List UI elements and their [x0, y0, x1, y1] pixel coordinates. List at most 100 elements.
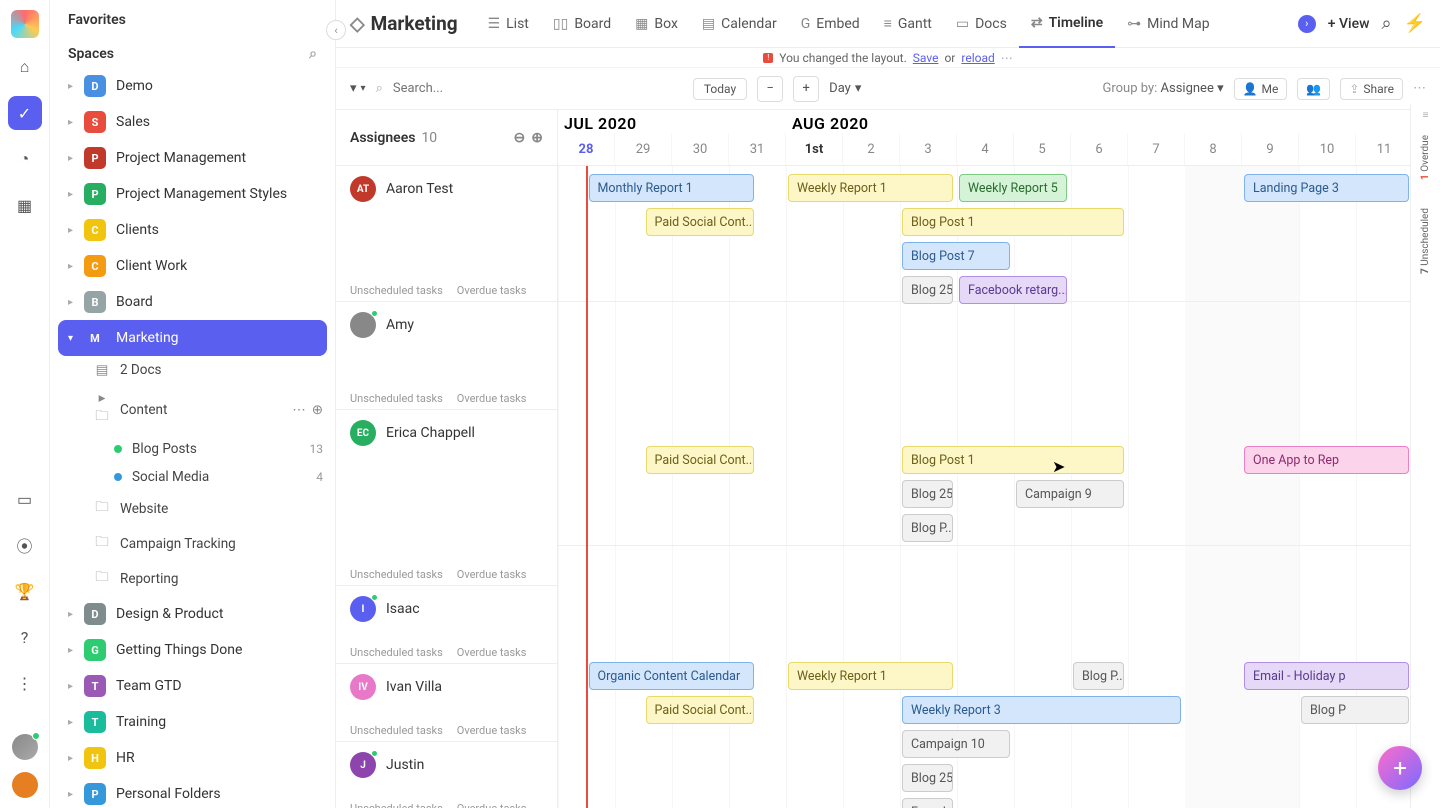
overdue-link[interactable]: Overdue tasks	[457, 392, 527, 405]
zoom-in-button[interactable]: +	[793, 76, 819, 102]
timeline-grid[interactable]: JUL 2020 AUG 2020 282930311st23456789101…	[558, 110, 1440, 808]
day-cell[interactable]: 4	[957, 133, 1014, 165]
day-cell[interactable]: 5	[1014, 133, 1071, 165]
day-cell[interactable]: 31	[729, 133, 786, 165]
tab-box[interactable]: ▦Box	[623, 0, 690, 48]
collapse-sidebar-button[interactable]: ‹	[326, 20, 346, 40]
search-input[interactable]	[393, 81, 533, 96]
automation-icon[interactable]: ⚡	[1404, 13, 1426, 34]
share-button[interactable]: ⇪Share	[1340, 78, 1403, 100]
task-bar[interactable]: Blog 25	[902, 480, 953, 508]
overdue-link[interactable]: Overdue tasks	[457, 568, 527, 581]
zoom-select[interactable]: Day ▾	[829, 81, 861, 96]
task-bar[interactable]: Weekly Report 1	[788, 662, 953, 690]
collapse-up-icon[interactable]: ⊖	[514, 130, 526, 146]
tasks-icon[interactable]: ✓	[8, 96, 42, 130]
sidebar-list-social-media[interactable]: Social Media4	[50, 463, 335, 491]
zoom-out-button[interactable]: −	[757, 76, 783, 102]
search-spaces-icon[interactable]: ⌕	[309, 46, 317, 62]
day-cell[interactable]: 30	[672, 133, 729, 165]
task-bar[interactable]: Blog P...	[902, 514, 953, 542]
tab-board[interactable]: ▯▯Board	[541, 0, 623, 48]
overdue-panel-toggle[interactable]: 1 Overdue	[1420, 121, 1431, 194]
task-bar[interactable]: Blog P...	[1073, 662, 1124, 690]
sidebar-space-team-gtd[interactable]: ▸TTeam GTD	[50, 668, 335, 704]
overdue-link[interactable]: Overdue tasks	[457, 724, 527, 737]
banner-save-link[interactable]: Save	[913, 51, 939, 65]
overdue-link[interactable]: Overdue tasks	[457, 284, 527, 297]
task-bar[interactable]: Facebook retarg...	[959, 276, 1067, 304]
view-settings-icon[interactable]: ⋯	[1413, 81, 1426, 96]
task-bar[interactable]: Blog Post 1	[902, 208, 1124, 236]
sidebar-space-getting-things-done[interactable]: ▸GGetting Things Done	[50, 632, 335, 668]
unscheduled-link[interactable]: Unscheduled tasks	[350, 646, 443, 659]
sidebar-space-training[interactable]: ▸TTraining	[50, 704, 335, 740]
sidebar-space-project-management[interactable]: ▸PProject Management	[50, 140, 335, 176]
sidebar-folder-reporting[interactable]: 🗀Reporting	[50, 561, 335, 596]
unscheduled-link[interactable]: Unscheduled tasks	[350, 392, 443, 405]
task-bar[interactable]: Found...	[902, 798, 953, 808]
sidebar-docs[interactable]: ▤2 Docs	[50, 356, 335, 384]
task-bar[interactable]: Landing Page 3	[1244, 174, 1409, 202]
user-avatar-2[interactable]	[12, 772, 38, 798]
task-bar[interactable]: Paid Social Cont...	[646, 208, 754, 236]
assignee-avatar[interactable]	[350, 312, 376, 338]
task-bar[interactable]: Blog 25	[902, 276, 953, 304]
tab-timeline[interactable]: ⇄Timeline	[1019, 0, 1115, 48]
dashboards-icon[interactable]: ▦	[8, 188, 42, 222]
task-bar[interactable]: Email - Holiday p	[1244, 662, 1409, 690]
task-bar[interactable]: Weekly Report 5	[959, 174, 1067, 202]
banner-reload-link[interactable]: reload	[961, 51, 994, 65]
sidebar-space-sales[interactable]: ▸SSales	[50, 104, 335, 140]
assignee-filter-button[interactable]: 👥	[1297, 78, 1330, 100]
tab-embed[interactable]: GEmbed	[789, 0, 872, 48]
search-icon[interactable]: ⌕	[1381, 13, 1391, 34]
app-logo[interactable]	[11, 10, 39, 38]
day-cell[interactable]: 29	[615, 133, 672, 165]
unscheduled-link[interactable]: Unscheduled tasks	[350, 568, 443, 581]
sidebar-list-blog-posts[interactable]: Blog Posts13	[50, 435, 335, 463]
task-bar[interactable]: Blog Post 7	[902, 242, 1010, 270]
folder-add-icon[interactable]: ⊕	[312, 402, 323, 418]
sidebar-space-design-&-product[interactable]: ▸DDesign & Product	[50, 596, 335, 632]
day-cell[interactable]: 3	[900, 133, 957, 165]
day-cell[interactable]: 8	[1185, 133, 1242, 165]
timeline-row[interactable]: Organic Content CalendarWeekly Report 1B…	[558, 654, 1440, 808]
task-bar[interactable]: One App to Rep	[1244, 446, 1409, 474]
day-cell[interactable]: 28	[558, 133, 615, 165]
help-icon[interactable]: ?	[8, 620, 42, 654]
tab-list[interactable]: ☰List	[476, 0, 541, 48]
pulse-icon[interactable]: ⦿	[8, 528, 42, 562]
today-button[interactable]: Today	[693, 78, 747, 100]
day-cell[interactable]: 2	[843, 133, 900, 165]
banner-more-icon[interactable]: ⋯	[1001, 51, 1013, 65]
timeline-row[interactable]: Paid Social Cont... Blog Post 1 One App to…	[558, 438, 1440, 546]
home-icon[interactable]: ⌂	[8, 50, 42, 84]
day-cell[interactable]: 7	[1128, 133, 1185, 165]
tab-docs[interactable]: ▭Docs	[944, 0, 1019, 48]
sidebar-space-personal-folders[interactable]: ▸PPersonal Folders	[50, 776, 335, 808]
overdue-link[interactable]: Overdue tasks	[457, 802, 527, 808]
sidebar-folder-website[interactable]: 🗀Website	[50, 491, 335, 526]
groupby-select[interactable]: Group by: Assignee ▾	[1103, 81, 1224, 96]
day-cell[interactable]: 1st	[786, 133, 843, 165]
docs-icon[interactable]: ▭	[8, 482, 42, 516]
task-bar[interactable]: Paid Social Cont...	[646, 696, 754, 724]
task-bar[interactable]: Weekly Report 3	[902, 696, 1181, 724]
tab-calendar[interactable]: ▤Calendar	[690, 0, 789, 48]
add-view-button[interactable]: + View	[1328, 16, 1370, 32]
sidebar-space-project-management-styles[interactable]: ▸PProject Management Styles	[50, 176, 335, 212]
task-bar[interactable]: Paid Social Cont...	[646, 446, 754, 474]
task-bar[interactable]: Blog P	[1301, 696, 1409, 724]
sidebar-folder-campaign[interactable]: 🗀Campaign Tracking	[50, 526, 335, 561]
unscheduled-link[interactable]: Unscheduled tasks	[350, 284, 443, 297]
task-bar[interactable]: Weekly Report 1	[788, 174, 953, 202]
more-icon[interactable]: ⋮	[8, 666, 42, 700]
task-bar[interactable]: Blog Post 1	[902, 446, 1124, 474]
next-tab-icon[interactable]: ›	[1298, 15, 1316, 33]
assignee-avatar[interactable]: J	[350, 752, 376, 778]
unscheduled-panel-toggle[interactable]: 7 Unscheduled	[1420, 194, 1431, 288]
right-rail-toggle-icon[interactable]: ≡	[1423, 104, 1429, 121]
favorites-header[interactable]: Favorites	[50, 0, 335, 34]
expand-down-icon[interactable]: ⊕	[531, 130, 543, 146]
